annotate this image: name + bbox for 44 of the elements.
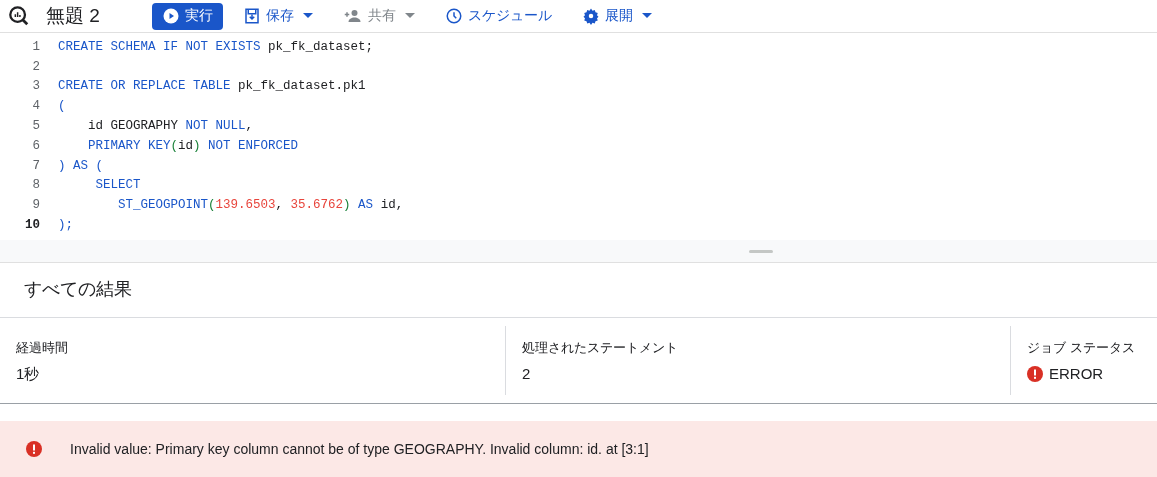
code-line: ( — [58, 99, 66, 114]
line-number: 9 — [31, 198, 41, 213]
toolbar-button[interactable]: 実行 — [152, 2, 223, 30]
toolbar-button[interactable]: スケジュール — [435, 2, 562, 30]
save-icon — [243, 7, 261, 25]
code-line: CREATE SCHEMA IF NOT EXISTS pk_fk_dataset; — [58, 39, 374, 54]
error-message: Invalid value: Primary key column cannot be of type GEOGRAPHY. Invalid column: id. at [3:1] — [70, 441, 649, 457]
stat-label: 処理されたステートメント — [522, 339, 679, 357]
line-number: 8 — [31, 178, 41, 193]
query-logo-icon — [8, 5, 30, 27]
stat-value: ERROR — [1027, 365, 1141, 382]
code-line: id GEOGRAPHY NOT NULL, — [87, 119, 254, 134]
line-number: 10 — [24, 218, 41, 233]
gear-icon — [582, 7, 600, 25]
line-number: 1 — [31, 39, 41, 54]
stat-label: 経過時間 — [16, 339, 69, 357]
line-number: 5 — [31, 119, 41, 134]
code-line: ST_GEOGPOINT(139.6503, 35.6762) AS id, — [117, 198, 404, 213]
code-line: CREATE OR REPLACE TABLE pk_fk_dataset.pk1 — [58, 79, 366, 94]
add-person-icon — [343, 7, 363, 25]
stat-value: 2 — [522, 365, 532, 382]
query-title: 無題 2 — [46, 4, 101, 28]
line-number: 3 — [31, 79, 41, 94]
resize-handle[interactable] — [749, 249, 773, 253]
code-line: SELECT — [94, 178, 141, 193]
line-number: 7 — [31, 158, 41, 173]
stat-value: 1秒 — [16, 365, 41, 384]
caret-icon — [405, 13, 415, 19]
toolbar-button[interactable]: 保存 — [233, 2, 323, 30]
results-title: すべての結果 — [0, 263, 1157, 318]
stat-label: ジョブ ステータス — [1027, 339, 1136, 357]
code-line: PRIMARY KEY(id) NOT ENFORCED — [87, 138, 299, 153]
error-icon — [26, 441, 42, 457]
toolbar-button[interactable]: 展開 — [572, 2, 662, 30]
line-number: 2 — [31, 59, 41, 74]
caret-icon — [642, 13, 652, 19]
line-number: 4 — [31, 99, 41, 114]
code-line: ); — [58, 218, 73, 233]
caret-icon — [303, 13, 313, 19]
clock-icon — [445, 7, 463, 25]
code-line: ) AS ( — [58, 158, 103, 173]
error-icon — [1027, 365, 1043, 382]
play-icon — [162, 7, 180, 25]
line-number: 6 — [31, 138, 41, 153]
